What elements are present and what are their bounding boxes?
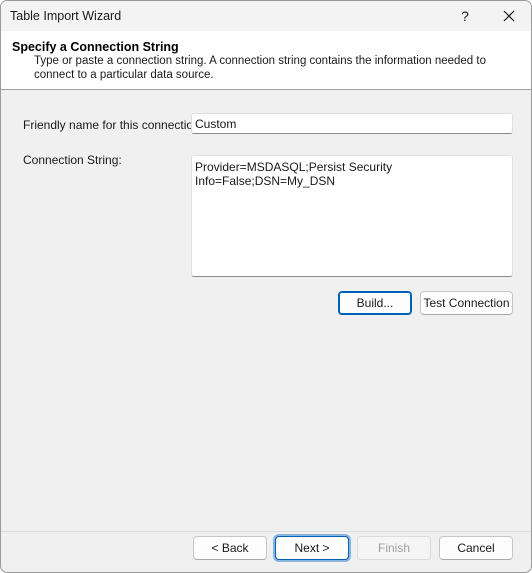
connection-string-input[interactable]: Provider=MSDASQL;Persist Security Info=F…	[191, 155, 513, 277]
title-bar[interactable]: Table Import Wizard ?	[1, 1, 531, 31]
question-mark-icon: ?	[461, 8, 469, 24]
table-import-wizard-dialog: Table Import Wizard ? Specify a Connecti…	[0, 0, 532, 573]
connection-string-label: Connection String:	[23, 153, 122, 167]
close-icon	[503, 10, 515, 22]
next-button[interactable]: Next >	[275, 536, 349, 560]
finish-button[interactable]: Finish	[357, 536, 431, 560]
cancel-button[interactable]: Cancel	[439, 536, 513, 560]
test-connection-button[interactable]: Test Connection	[420, 291, 513, 315]
friendly-name-input[interactable]	[191, 113, 513, 134]
page-description: Type or paste a connection string. A con…	[34, 55, 486, 81]
wizard-header: Specify a Connection String Type or past…	[1, 31, 531, 90]
footer-divider	[1, 531, 531, 532]
back-button[interactable]: < Back	[193, 536, 267, 560]
friendly-name-label: Friendly name for this connection:	[23, 118, 204, 132]
close-button[interactable]	[487, 1, 531, 31]
build-button[interactable]: Build...	[338, 291, 412, 315]
window-title: Table Import Wizard	[10, 9, 122, 23]
help-button[interactable]: ?	[443, 1, 487, 31]
page-title: Specify a Connection String	[12, 40, 179, 54]
